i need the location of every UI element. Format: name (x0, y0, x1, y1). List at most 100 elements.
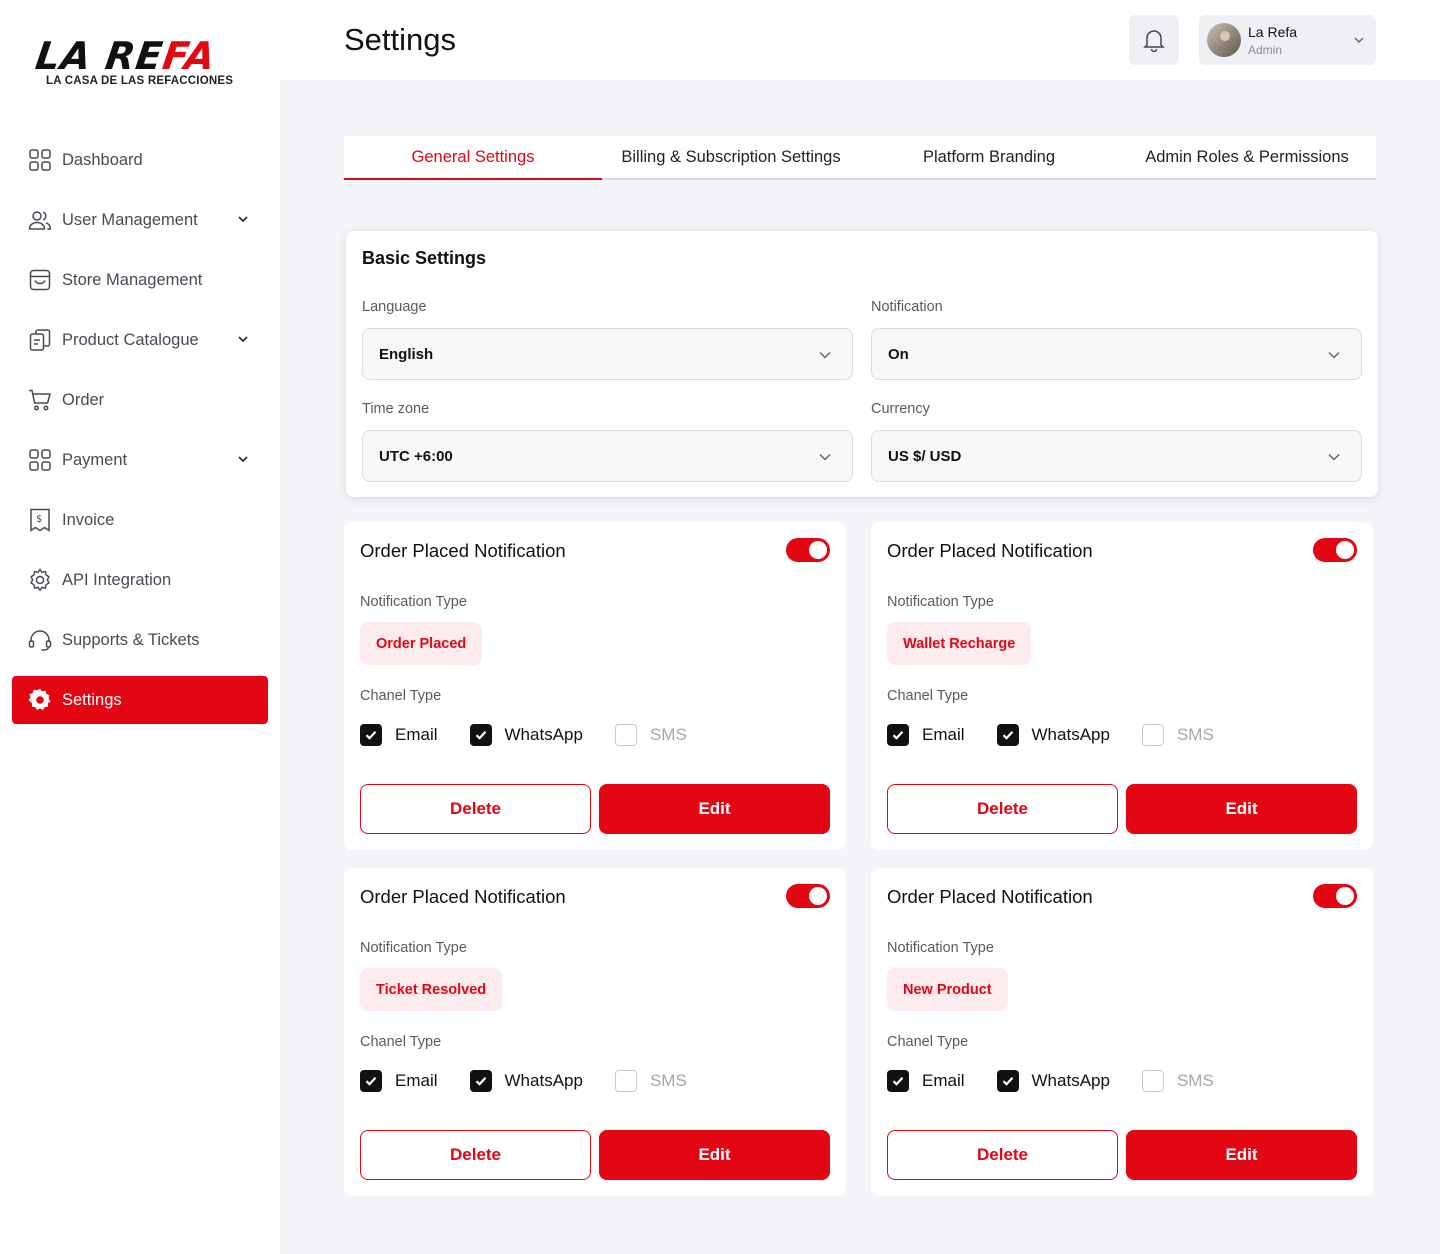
edit-button[interactable]: Edit (1126, 1130, 1357, 1180)
language-label: Language (362, 299, 427, 315)
notification-select[interactable]: On (871, 328, 1362, 380)
tab-billing-subscription[interactable]: Billing & Subscription Settings (602, 136, 860, 178)
notification-card: Order Placed Notification Notification T… (344, 522, 846, 850)
checkbox-unchecked-icon (1141, 724, 1164, 746)
sms-checkbox[interactable]: SMS (614, 1070, 687, 1092)
notification-card: Order Placed Notification Notification T… (871, 868, 1373, 1196)
email-label: Email (395, 725, 438, 744)
notification-toggle[interactable] (1313, 538, 1357, 562)
sidebar-item-supports-tickets[interactable]: Supports & Tickets (12, 616, 268, 664)
sidebar-item-settings[interactable]: Settings (12, 676, 268, 724)
checkbox-checked-icon (469, 724, 492, 746)
delete-button[interactable]: Delete (360, 1130, 591, 1180)
whatsapp-checkbox[interactable]: WhatsApp (469, 724, 583, 746)
avatar (1207, 23, 1241, 57)
delete-button[interactable]: Delete (360, 784, 591, 834)
email-label: Email (395, 1071, 438, 1090)
whatsapp-checkbox[interactable]: WhatsApp (469, 1070, 583, 1092)
basic-settings-card: Basic Settings Language English Notifica… (346, 231, 1378, 497)
chevron-down-icon (238, 336, 248, 343)
sidebar-item-label: Product Catalogue (62, 330, 199, 349)
sms-checkbox[interactable]: SMS (1141, 1070, 1214, 1092)
checkbox-unchecked-icon (614, 1070, 637, 1092)
channel-type-label: Chanel Type (360, 688, 442, 704)
chevron-down-icon (819, 351, 831, 359)
user-menu[interactable]: La Refa Admin (1199, 15, 1376, 65)
email-checkbox[interactable]: Email (887, 1070, 965, 1092)
email-checkbox[interactable]: Email (360, 724, 438, 746)
sidebar-item-order[interactable]: Order (12, 376, 268, 424)
notification-type-label: Notification Type (887, 940, 994, 956)
basic-settings-title: Basic Settings (362, 248, 487, 268)
whatsapp-label: WhatsApp (1031, 725, 1110, 744)
page-title: Settings (344, 22, 457, 57)
edit-button[interactable]: Edit (599, 1130, 830, 1180)
sms-checkbox[interactable]: SMS (614, 724, 687, 746)
sidebar-item-store-management[interactable]: Store Management (12, 256, 268, 304)
chevron-down-icon (1354, 37, 1364, 44)
catalogue-icon (28, 328, 52, 352)
top-header: Settings La Refa Admin (280, 0, 1440, 80)
email-checkbox[interactable]: Email (360, 1070, 438, 1092)
checkbox-checked-icon (996, 724, 1019, 746)
notification-card: Order Placed Notification Notification T… (344, 868, 846, 1196)
notification-toggle[interactable] (1313, 884, 1357, 908)
sidebar-item-invoice[interactable]: $ Invoice (12, 496, 268, 544)
notification-toggle[interactable] (786, 884, 830, 908)
sidebar-item-label: Settings (62, 690, 122, 709)
email-checkbox[interactable]: Email (887, 724, 965, 746)
checkbox-unchecked-icon (614, 724, 637, 746)
timezone-select[interactable]: UTC +6:00 (362, 430, 853, 482)
checkbox-checked-icon (469, 1070, 492, 1092)
notification-toggle[interactable] (786, 538, 830, 562)
notification-type-badge: Order Placed (360, 622, 483, 665)
settings-gear-icon (28, 688, 52, 712)
edit-button[interactable]: Edit (1126, 784, 1357, 834)
sms-checkbox[interactable]: SMS (1141, 724, 1214, 746)
sidebar-item-payment[interactable]: Payment (12, 436, 268, 484)
notification-card: Order Placed Notification Notification T… (871, 522, 1373, 850)
sidebar-item-label: Supports & Tickets (62, 630, 200, 649)
sidebar-item-dashboard[interactable]: Dashboard (12, 136, 268, 184)
checkbox-checked-icon (360, 1070, 382, 1092)
cart-icon (28, 388, 52, 412)
currency-select[interactable]: US $/ USD (871, 430, 1362, 482)
tab-general-settings[interactable]: General Settings (344, 136, 602, 180)
whatsapp-label: WhatsApp (504, 725, 583, 744)
edit-button[interactable]: Edit (599, 784, 830, 834)
chevron-down-icon (238, 456, 248, 463)
notification-card-title: Order Placed Notification (887, 886, 1093, 907)
tab-platform-branding[interactable]: Platform Branding (860, 136, 1118, 178)
sms-label: SMS (649, 1071, 687, 1090)
chevron-down-icon (819, 453, 831, 461)
notification-type-label: Notification Type (360, 940, 467, 956)
delete-button[interactable]: Delete (887, 1130, 1118, 1180)
sidebar-item-user-management[interactable]: User Management (12, 196, 268, 244)
sidebar-item-label: Dashboard (62, 150, 143, 169)
email-label: Email (922, 1071, 965, 1090)
channel-type-label: Chanel Type (360, 1034, 442, 1050)
tab-admin-roles[interactable]: Admin Roles & Permissions (1118, 136, 1376, 178)
settings-tabs: General Settings Billing & Subscription … (344, 136, 1376, 180)
notifications-button[interactable] (1129, 15, 1179, 65)
notification-card-title: Order Placed Notification (360, 540, 566, 561)
notification-card-title: Order Placed Notification (887, 540, 1093, 561)
delete-button[interactable]: Delete (887, 784, 1118, 834)
brand-logo[interactable]: LA REFA LA CASA DE LAS REFACCIONES (33, 34, 240, 90)
svg-text:$: $ (36, 514, 42, 525)
api-gear-icon (28, 568, 52, 592)
sidebar-item-product-catalogue[interactable]: Product Catalogue (12, 316, 268, 364)
language-select[interactable]: English (362, 328, 853, 380)
sidebar-item-label: Payment (62, 450, 128, 469)
sidebar-item-api-integration[interactable]: API Integration (12, 556, 268, 604)
notification-card-title: Order Placed Notification (360, 886, 566, 907)
whatsapp-label: WhatsApp (1031, 1071, 1110, 1090)
sidebar-item-label: Store Management (62, 270, 203, 289)
whatsapp-checkbox[interactable]: WhatsApp (996, 724, 1110, 746)
chevron-down-icon (1328, 453, 1340, 461)
chevron-down-icon (238, 216, 248, 223)
whatsapp-checkbox[interactable]: WhatsApp (996, 1070, 1110, 1092)
currency-value: US $/ USD (888, 447, 962, 465)
notification-value: On (888, 345, 909, 363)
checkbox-checked-icon (887, 1070, 909, 1092)
